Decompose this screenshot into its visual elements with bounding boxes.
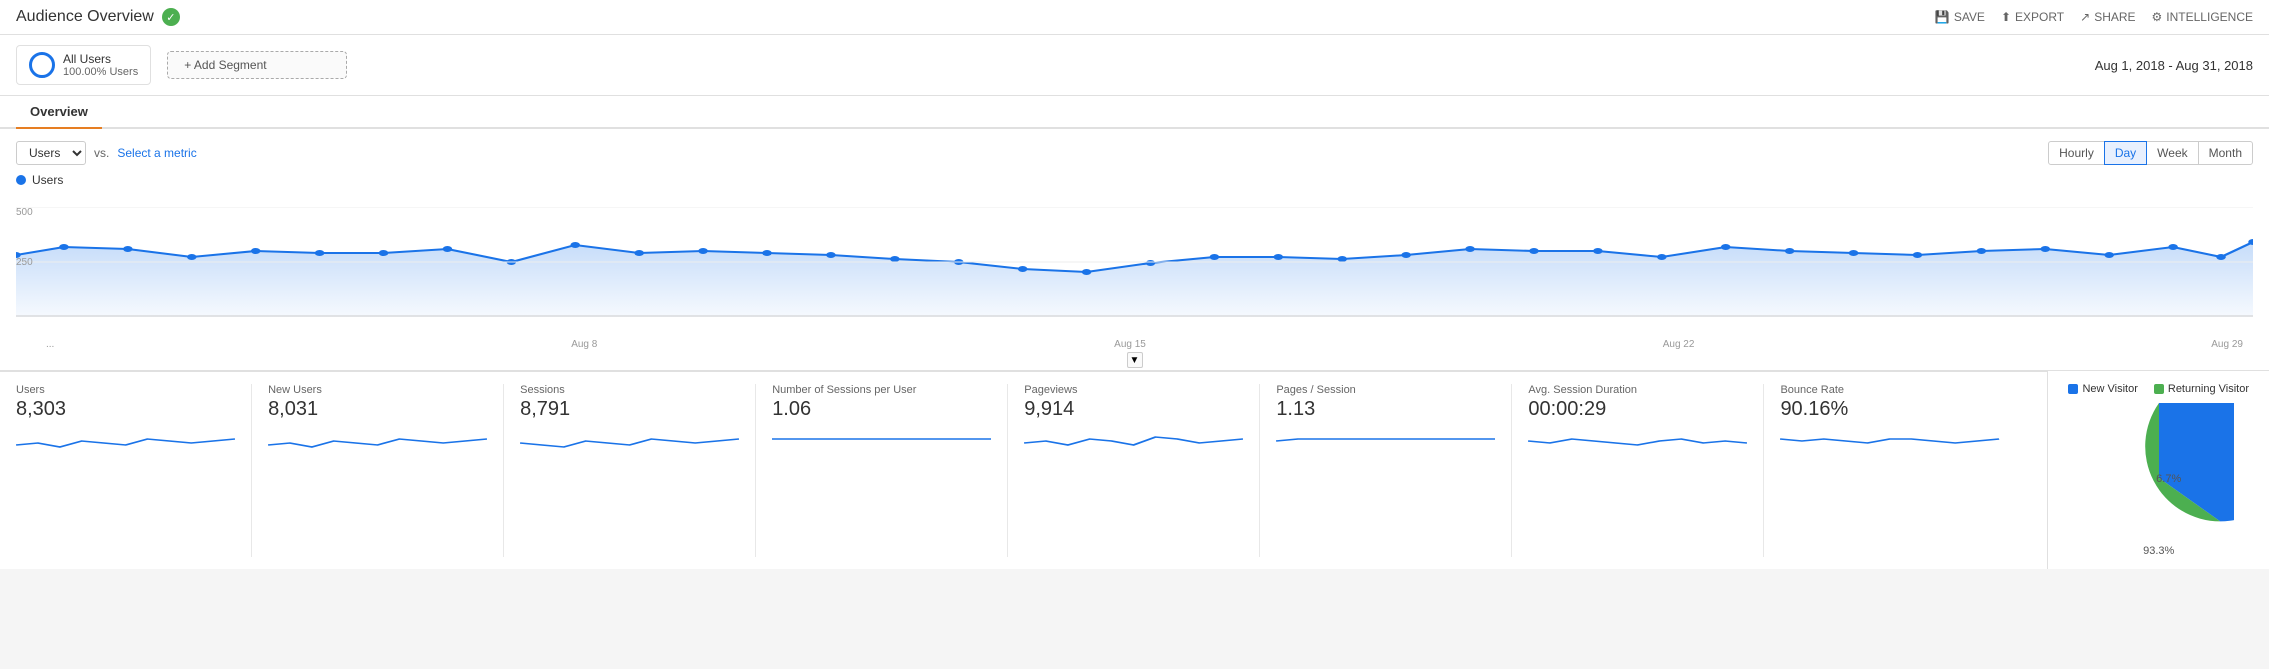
chart-x-labels: ... Aug 8 Aug 15 Aug 22 Aug 29: [16, 337, 2253, 350]
all-users-segment[interactable]: All Users 100.00% Users: [16, 45, 151, 85]
chart-controls: Users vs. Select a metric Hourly Day Wee…: [16, 141, 2253, 165]
x-label-3: Aug 15: [1114, 339, 1146, 350]
export-icon: ⬆: [2001, 10, 2011, 24]
add-segment-button[interactable]: + Add Segment: [167, 51, 347, 79]
intelligence-button[interactable]: ⚙ INTELLIGENCE: [2152, 10, 2253, 24]
legend-color-returning-visitor: [2154, 384, 2164, 394]
sparkline-pageviews: [1024, 425, 1243, 453]
metric-card-bounce-rate: Bounce Rate 90.16%: [1780, 384, 2015, 557]
tab-bar: Overview: [0, 96, 2269, 129]
pie-label-returning: 6.7%: [2156, 473, 2181, 485]
scroll-indicator: ▼: [16, 350, 2253, 370]
scroll-button[interactable]: ▼: [1127, 352, 1143, 368]
segment-bar: All Users 100.00% Users + Add Segment Au…: [0, 35, 2269, 96]
metric-card-pages-per-session: Pages / Session 1.13: [1276, 384, 1512, 557]
metrics-section: Users 8,303 New Users 8,031 Sessions 8,7…: [0, 371, 2048, 569]
tab-overview[interactable]: Overview: [16, 96, 102, 129]
legend-label: Users: [32, 173, 63, 187]
x-label-4: Aug 22: [1663, 339, 1695, 350]
verified-icon: ✓: [162, 8, 180, 26]
save-icon: 💾: [1935, 10, 1950, 24]
intelligence-icon: ⚙: [2152, 10, 2163, 24]
export-button[interactable]: ⬆ EXPORT: [2001, 10, 2064, 24]
chart-section: Users vs. Select a metric Hourly Day Wee…: [0, 129, 2269, 370]
y-label-500: 500: [16, 207, 33, 218]
legend-dot: [16, 175, 26, 185]
bottom-area: Users 8,303 New Users 8,031 Sessions 8,7…: [0, 370, 2269, 569]
share-icon: ↗: [2080, 10, 2090, 24]
segment-circle: [29, 52, 55, 78]
x-label-5: Aug 29: [2211, 339, 2243, 350]
top-bar: Audience Overview ✓ 💾 SAVE ⬆ EXPORT ↗ SH…: [0, 0, 2269, 35]
sparkline-avg-session: [1528, 425, 1747, 453]
chart-area: 500 250: [16, 207, 2253, 337]
page-title: Audience Overview: [16, 8, 154, 26]
sparkline-bounce-rate: [1780, 425, 1999, 453]
chart-legend: Users: [16, 173, 2253, 187]
sparkline-new-users: [268, 425, 487, 453]
month-button[interactable]: Month: [2198, 141, 2253, 165]
legend-new-visitor: New Visitor: [2068, 383, 2137, 395]
metric-card-sessions-per-user: Number of Sessions per User 1.06: [772, 384, 1008, 557]
metric-dropdown[interactable]: Users: [16, 141, 86, 165]
chart-svg: [16, 207, 2253, 317]
segment-label: All Users: [63, 52, 138, 66]
metric-card-pageviews: Pageviews 9,914: [1024, 384, 1260, 557]
date-range: Aug 1, 2018 - Aug 31, 2018: [2095, 58, 2253, 73]
sparkline-users: [16, 425, 235, 453]
sparkline-sessions-per-user: [772, 425, 991, 453]
metric-card-users: Users 8,303: [16, 384, 252, 557]
legend-returning-visitor: Returning Visitor: [2154, 383, 2249, 395]
page-title-area: Audience Overview ✓: [16, 8, 180, 26]
pie-legend: New Visitor Returning Visitor: [2068, 383, 2249, 395]
day-button[interactable]: Day: [2104, 141, 2147, 165]
sparkline-sessions: [520, 425, 739, 453]
legend-label-new-visitor: New Visitor: [2082, 383, 2137, 395]
week-button[interactable]: Week: [2146, 141, 2198, 165]
metric-card-new-users: New Users 8,031: [268, 384, 504, 557]
segment-left: All Users 100.00% Users + Add Segment: [16, 45, 347, 85]
metric-card-sessions: Sessions 8,791: [520, 384, 756, 557]
metric-selector: Users vs. Select a metric: [16, 141, 197, 165]
top-bar-actions: 💾 SAVE ⬆ EXPORT ↗ SHARE ⚙ INTELLIGENCE: [1935, 10, 2253, 24]
share-button[interactable]: ↗ SHARE: [2080, 10, 2135, 24]
save-button[interactable]: 💾 SAVE: [1935, 10, 1985, 24]
vs-label: vs.: [94, 146, 109, 160]
time-buttons: Hourly Day Week Month: [2049, 141, 2253, 165]
legend-label-returning-visitor: Returning Visitor: [2168, 383, 2249, 395]
legend-color-new-visitor: [2068, 384, 2078, 394]
hourly-button[interactable]: Hourly: [2048, 141, 2105, 165]
y-label-250: 250: [16, 257, 33, 268]
segment-sublabel: 100.00% Users: [63, 66, 138, 78]
metric-card-avg-session-duration: Avg. Session Duration 00:00:29: [1528, 384, 1764, 557]
select-metric-link[interactable]: Select a metric: [117, 146, 196, 160]
x-label-1: ...: [46, 339, 54, 350]
segment-info: All Users 100.00% Users: [63, 52, 138, 78]
pie-section: New Visitor Returning Visitor 6.7% 93.3%: [2048, 371, 2269, 569]
sparkline-pages-per-session: [1276, 425, 1495, 453]
x-label-2: Aug 8: [571, 339, 597, 350]
